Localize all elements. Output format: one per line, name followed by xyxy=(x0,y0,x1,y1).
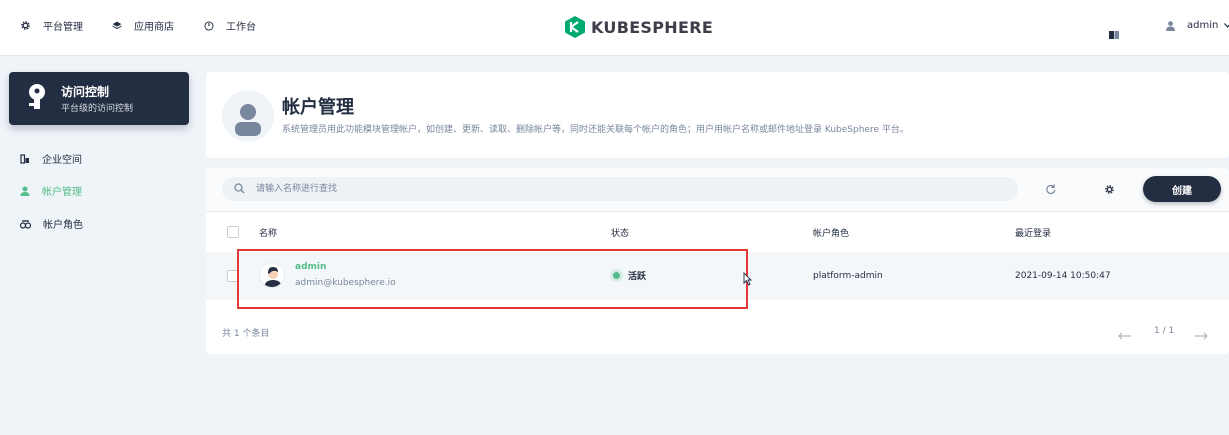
avatar xyxy=(259,262,285,288)
roles-icon xyxy=(20,219,31,229)
page-description: 系统管理员用此功能模块管理帐户，如创建、更新、读取、删除帐户等，同时还能关联每个… xyxy=(282,125,909,135)
nav-app-store[interactable]: 应用商店 xyxy=(112,18,174,33)
page-title: 帐户管理 xyxy=(282,97,354,118)
dashboard-icon xyxy=(204,20,214,31)
table-row[interactable]: admin admin@kubesphere.io 活跃 platform-ad… xyxy=(206,252,1229,300)
logo-text: KUBESPHERE xyxy=(591,17,714,37)
arrow-left-icon xyxy=(1118,332,1131,340)
kubesphere-logo[interactable]: KUBESPHERE xyxy=(565,16,713,38)
refresh-icon xyxy=(1046,184,1056,194)
accounts-table-card: 创建 名称 状态 帐户角色 最近登录 admin admin@kubespher… xyxy=(206,168,1229,354)
nav-label: 应用商店 xyxy=(134,22,174,33)
page-header: 帐户管理 系统管理员用此功能模块管理帐户，如创建、更新、读取、删除帐户等，同时还… xyxy=(206,72,1229,158)
total-count: 共 1 个条目 xyxy=(222,329,270,339)
previous-page-button[interactable] xyxy=(1118,325,1132,344)
nav-platform-management[interactable]: 平台管理 xyxy=(20,18,83,33)
chevron-down-icon xyxy=(1224,23,1229,28)
card-description: 平台级的访问控制 xyxy=(61,104,134,114)
column-header-last-login[interactable]: 最近登录 xyxy=(1015,226,1051,239)
search-icon xyxy=(234,183,245,194)
user-icon xyxy=(1166,20,1175,31)
gear-icon xyxy=(1104,184,1114,194)
status-badge: 活跃 xyxy=(613,269,646,282)
kubesphere-logo-icon xyxy=(565,16,585,38)
column-header-name[interactable]: 名称 xyxy=(259,226,277,239)
sidebar-item-label: 企业空间 xyxy=(42,155,82,166)
search-box[interactable] xyxy=(222,177,1018,201)
user-menu[interactable]: admin xyxy=(1166,20,1229,31)
gear-icon xyxy=(21,21,30,30)
table-toolbar: 创建 xyxy=(206,168,1229,212)
key-icon xyxy=(29,84,45,109)
table-settings-button[interactable] xyxy=(1099,179,1119,199)
user-avatar-icon xyxy=(222,90,274,142)
column-header-role[interactable]: 帐户角色 xyxy=(813,226,849,239)
page-indicator: 1 / 1 xyxy=(1154,326,1175,336)
sidebar-item-accounts[interactable]: 帐户管理 xyxy=(20,183,82,198)
documentation-button[interactable] xyxy=(1109,24,1119,43)
sidebar-item-account-roles[interactable]: 帐户角色 xyxy=(20,216,83,231)
mouse-cursor-icon xyxy=(743,272,752,286)
sidebar-item-label: 帐户角色 xyxy=(43,220,83,231)
table-header: 名称 状态 帐户角色 最近登录 xyxy=(206,212,1229,252)
nav-label: 平台管理 xyxy=(43,22,83,33)
account-role: platform-admin xyxy=(813,271,883,281)
last-login-time: 2021-09-14 10:50:47 xyxy=(1015,271,1111,281)
arrow-right-icon xyxy=(1195,332,1208,340)
sidebar-item-label: 帐户管理 xyxy=(42,187,82,198)
username: admin xyxy=(1187,20,1219,31)
nav-label: 工作台 xyxy=(226,22,256,33)
account-name-link[interactable]: admin xyxy=(295,262,326,272)
cube-icon xyxy=(112,21,122,29)
workspace-icon xyxy=(20,153,29,164)
status-dot-icon xyxy=(613,272,620,279)
column-header-status[interactable]: 状态 xyxy=(611,226,629,239)
book-icon xyxy=(1109,31,1119,39)
nav-workbench[interactable]: 工作台 xyxy=(204,18,256,33)
refresh-button[interactable] xyxy=(1041,179,1061,199)
user-icon xyxy=(20,186,30,196)
card-title: 访问控制 xyxy=(61,85,110,99)
sidebar-item-workspaces[interactable]: 企业空间 xyxy=(20,151,82,166)
select-all-checkbox[interactable] xyxy=(227,226,239,238)
row-checkbox[interactable] xyxy=(227,270,239,282)
next-page-button[interactable] xyxy=(1194,325,1208,344)
top-navbar: 平台管理 应用商店 工作台 KUBESPHERE admin xyxy=(0,0,1229,56)
status-label: 活跃 xyxy=(628,272,647,282)
account-email: admin@kubesphere.io xyxy=(295,278,396,288)
search-input[interactable] xyxy=(256,177,996,201)
table-footer: 共 1 个条目 1 / 1 xyxy=(206,316,1229,344)
create-button[interactable]: 创建 xyxy=(1143,176,1221,202)
access-control-card: 访问控制 平台级的访问控制 xyxy=(9,72,189,125)
